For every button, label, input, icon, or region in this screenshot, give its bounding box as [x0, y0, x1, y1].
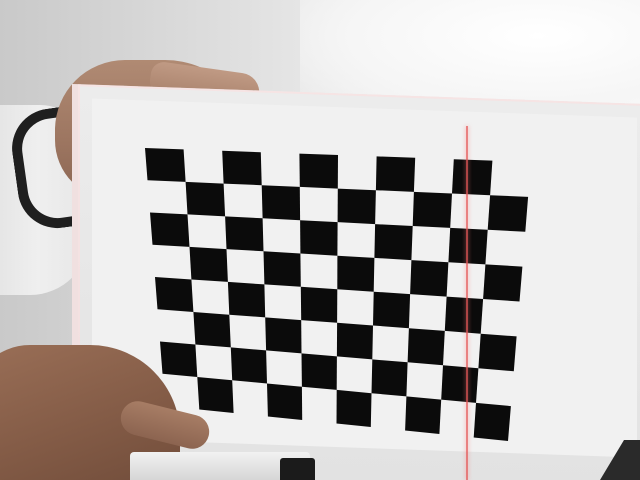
checker-square: [299, 153, 338, 189]
checker-square: [227, 281, 266, 318]
checker-square: [265, 317, 302, 354]
checker-square: [375, 156, 416, 192]
checker-square: [412, 191, 452, 228]
checker-square: [225, 216, 264, 252]
checker-square: [374, 224, 413, 261]
checker-square: [441, 365, 479, 403]
checker-square: [267, 383, 303, 420]
checker-square: [483, 264, 523, 302]
checker-square: [145, 148, 186, 182]
checker-square: [337, 255, 375, 292]
checker-square: [410, 260, 449, 297]
checker-square: [337, 188, 376, 225]
checker-square: [197, 377, 234, 413]
checker-square: [373, 291, 411, 329]
checker-square: [301, 353, 337, 390]
checker-square: [193, 312, 231, 348]
checker-square: [150, 212, 190, 247]
checker-square: [185, 181, 226, 217]
checker-square: [473, 402, 511, 441]
checker-square: [405, 396, 442, 434]
photo-scene: [0, 0, 640, 480]
checker-square: [160, 341, 198, 377]
checker-square: [336, 322, 373, 360]
checker-square: [222, 150, 262, 186]
laser-line: [466, 126, 468, 480]
checker-square: [444, 296, 484, 334]
checker-square: [371, 359, 408, 397]
keyboard-edge: [280, 458, 315, 480]
checker-square: [300, 286, 338, 323]
checker-square: [487, 195, 529, 232]
checker-square: [263, 251, 301, 287]
checker-square: [300, 220, 338, 256]
checker-square: [230, 347, 267, 384]
checker-square: [452, 159, 493, 196]
checker-square: [448, 227, 488, 265]
checker-square: [336, 389, 372, 427]
checker-square: [189, 246, 228, 282]
checker-square: [407, 328, 445, 366]
checker-square: [261, 185, 301, 221]
checker-square: [478, 333, 517, 372]
checker-square: [155, 277, 194, 312]
